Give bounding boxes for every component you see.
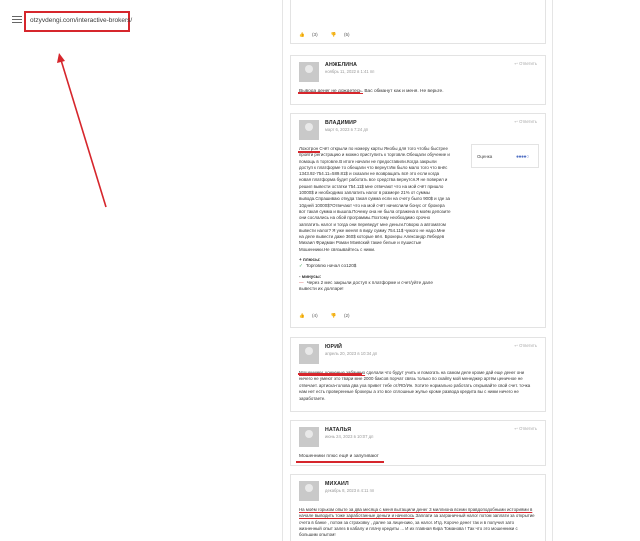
author-name: НАТАЛЬЯ [325, 427, 352, 433]
comment-top: 👍 (3) 👎 (5) [290, 0, 546, 44]
comment-body: Лохотрон Счёт открыли по номеру карты Ян… [291, 138, 459, 301]
comment-date: март 6, 2023 в 7:24 дп [325, 127, 369, 132]
comment-date: июнь 24, 2023 в 10:07 дп [325, 434, 374, 439]
avatar [299, 344, 319, 364]
reply-link[interactable]: ↩ Ответить [514, 61, 537, 66]
arrow-shaft [60, 59, 107, 208]
reply-link[interactable]: ↩ Ответить [514, 426, 537, 431]
pro-item: ✓ Торговлю начал со120$ [299, 263, 357, 269]
comment-angelina: АНЖЕЛИНА ноябрь 11, 2022 в 1:41 пп ↩ Отв… [290, 55, 546, 105]
thumb-down-icon: 👎 [330, 313, 337, 318]
avatar [299, 62, 319, 82]
comment-vladimir: ВЛАДИМИР март 6, 2023 в 7:24 дп ↩ Ответи… [290, 113, 546, 328]
comment-header: ЮРИЙ апрель 20, 2023 в 10:34 дп ↩ Ответи… [291, 338, 545, 364]
arrow-head [57, 53, 65, 63]
red-underline [296, 461, 384, 463]
comment-date: декабрь 8, 2023 в 4:11 пп [325, 488, 375, 493]
red-underline [298, 92, 360, 94]
red-underline [298, 373, 362, 375]
comment-body: На моём горьком опыте за два месяца с ме… [291, 499, 545, 541]
rating-dots: ●●●●○ [516, 154, 529, 160]
reply-link[interactable]: ↩ Ответить [514, 119, 537, 124]
highlighted-text: Мошенники плюс ещё и запугивают [299, 454, 379, 459]
comment-natalia: НАТАЛЬЯ июнь 24, 2023 в 10:07 дп ↩ Ответ… [290, 420, 546, 466]
site-settings-icon[interactable] [12, 16, 22, 24]
author-name: АНЖЕЛИНА [325, 62, 358, 68]
comment-header: МИХАИЛ декабрь 8, 2023 в 4:11 пп [291, 475, 545, 501]
reply-link[interactable]: ↩ Ответить [514, 343, 537, 348]
check-icon: ✓ [299, 263, 303, 269]
comment-body: Мошенники, конченые забанено сделали что… [291, 362, 545, 410]
comment-header: ВЛАДИМИР март 6, 2023 в 7:24 дп ↩ Ответи… [291, 114, 545, 140]
author-name: МИХАИЛ [325, 481, 349, 487]
author-name: ЮРИЙ [325, 344, 343, 350]
author-name: ВЛАДИМИР [325, 120, 357, 126]
avatar [299, 427, 319, 447]
comment-date: ноябрь 11, 2022 в 1:41 пп [325, 69, 375, 74]
url-text[interactable]: otzyvdengi.com/interactive-brokers/ [30, 17, 132, 24]
thumbs-down-button[interactable]: 👎 (2) [331, 313, 356, 318]
red-underline [298, 151, 320, 153]
comment-text: Счёт открыли по номеру карты Янобы для т… [299, 146, 451, 252]
rating-box: Оценка ●●●●○ [471, 144, 539, 168]
thumbs-up-button[interactable]: 👍 (3) [299, 32, 324, 37]
comment-header: НАТАЛЬЯ июнь 24, 2023 в 10:07 дп ↩ Ответ… [291, 421, 545, 447]
thumb-down-icon: 👎 [330, 32, 337, 37]
comment-date: апрель 20, 2023 в 10:34 дп [325, 351, 378, 356]
rating-label: Оценка [477, 154, 493, 159]
thumbs-up-button[interactable]: 👍 (4) [299, 313, 324, 318]
comment-header: АНЖЕЛИНА ноябрь 11, 2022 в 1:41 пп ↩ Отв… [291, 56, 545, 82]
comment-text: Вас обманут как и меня. Не верьте. [364, 89, 444, 94]
avatar [299, 481, 319, 501]
avatar [299, 120, 319, 140]
vote-bar: 👍 (4) 👎 (2) [291, 311, 370, 325]
column-divider-left [282, 0, 283, 541]
column-divider-right [552, 0, 553, 541]
con-item: — Через 2 мес закрыли доступ к платформе … [299, 279, 433, 292]
vote-bar: 👍 (3) 👎 (5) [291, 30, 370, 44]
comment-body: Мошенники плюс ещё и запугивают [291, 445, 545, 468]
thumbs-down-button[interactable]: 👎 (5) [331, 32, 356, 37]
comment-mikhail: МИХАИЛ декабрь 8, 2023 в 4:11 пп На моём… [290, 474, 546, 541]
minus-icon: — [299, 279, 304, 285]
thumb-up-icon: 👍 [299, 313, 305, 318]
thumb-up-icon: 👍 [299, 32, 305, 37]
